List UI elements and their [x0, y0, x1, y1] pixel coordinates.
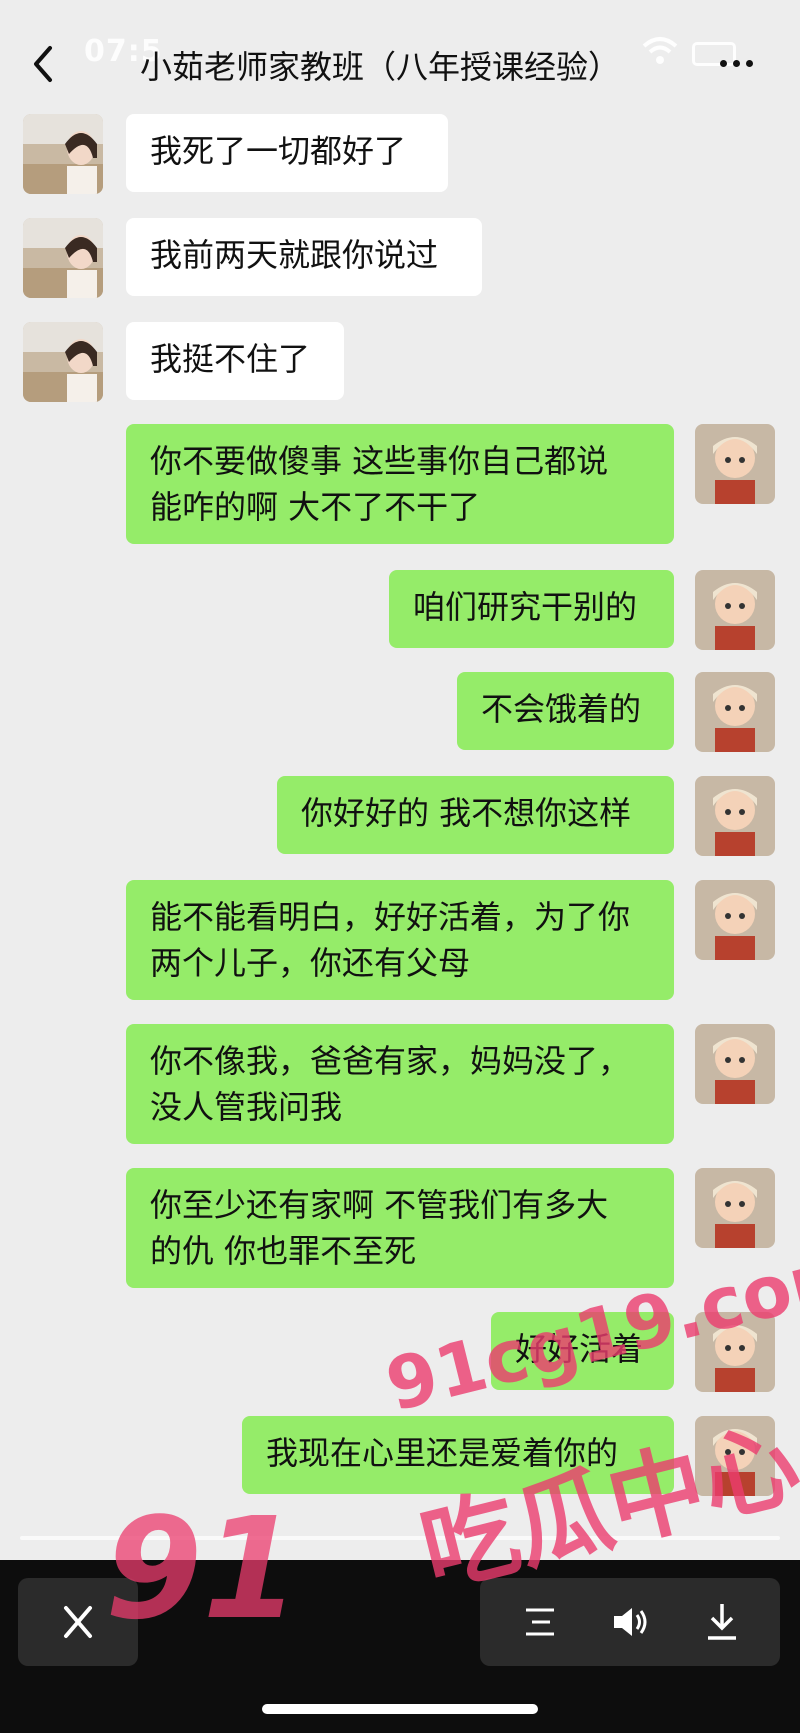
dot-icon	[733, 60, 740, 67]
my-avatar[interactable]	[695, 880, 775, 960]
outgoing-message[interactable]: 你不像我，爸爸有家，妈妈没了， 没人管我问我	[126, 1024, 674, 1144]
chat-header: 07:5 小茹老师家教班（八年授课经验）	[0, 0, 800, 105]
incoming-message[interactable]: 我死了一切都好了	[126, 114, 448, 192]
wifi-icon	[642, 37, 678, 64]
outgoing-message[interactable]: 你不要做傻事 这些事你自己都说 能咋的啊 大不了不干了	[126, 424, 674, 544]
watermark-number: 91	[105, 1488, 300, 1651]
my-avatar[interactable]	[695, 1168, 775, 1248]
outgoing-message[interactable]: 不会饿着的	[457, 672, 674, 750]
contact-avatar[interactable]	[23, 218, 103, 298]
my-avatar[interactable]	[695, 1024, 775, 1104]
outgoing-message[interactable]: 你至少还有家啊 不管我们有多大 的仇 你也罪不至死	[126, 1168, 674, 1288]
dot-icon	[746, 60, 753, 67]
my-avatar[interactable]	[695, 776, 775, 856]
my-avatar[interactable]	[695, 424, 775, 504]
volume-icon[interactable]	[610, 1602, 650, 1642]
my-avatar[interactable]	[695, 672, 775, 752]
more-options-button[interactable]	[720, 52, 759, 71]
incoming-message[interactable]: 我前两天就跟你说过	[126, 218, 482, 296]
outgoing-message[interactable]: 咱们研究干别的	[389, 570, 674, 648]
list-icon[interactable]	[520, 1602, 560, 1642]
back-button[interactable]	[28, 44, 58, 84]
my-avatar[interactable]	[695, 570, 775, 650]
home-indicator[interactable]	[262, 1704, 538, 1714]
contact-avatar[interactable]	[23, 114, 103, 194]
chat-title: 小茹老师家教班（八年授课经验）	[140, 48, 621, 86]
incoming-message[interactable]: 我挺不住了	[126, 322, 344, 400]
outgoing-message[interactable]: 能不能看明白，好好活着，为了你 两个儿子，你还有父母	[126, 880, 674, 1000]
outgoing-message[interactable]: 你好好的 我不想你这样	[277, 776, 674, 854]
chevron-left-icon	[34, 46, 52, 82]
contact-avatar[interactable]	[23, 322, 103, 402]
download-icon[interactable]	[702, 1600, 742, 1644]
dot-icon	[720, 60, 727, 67]
